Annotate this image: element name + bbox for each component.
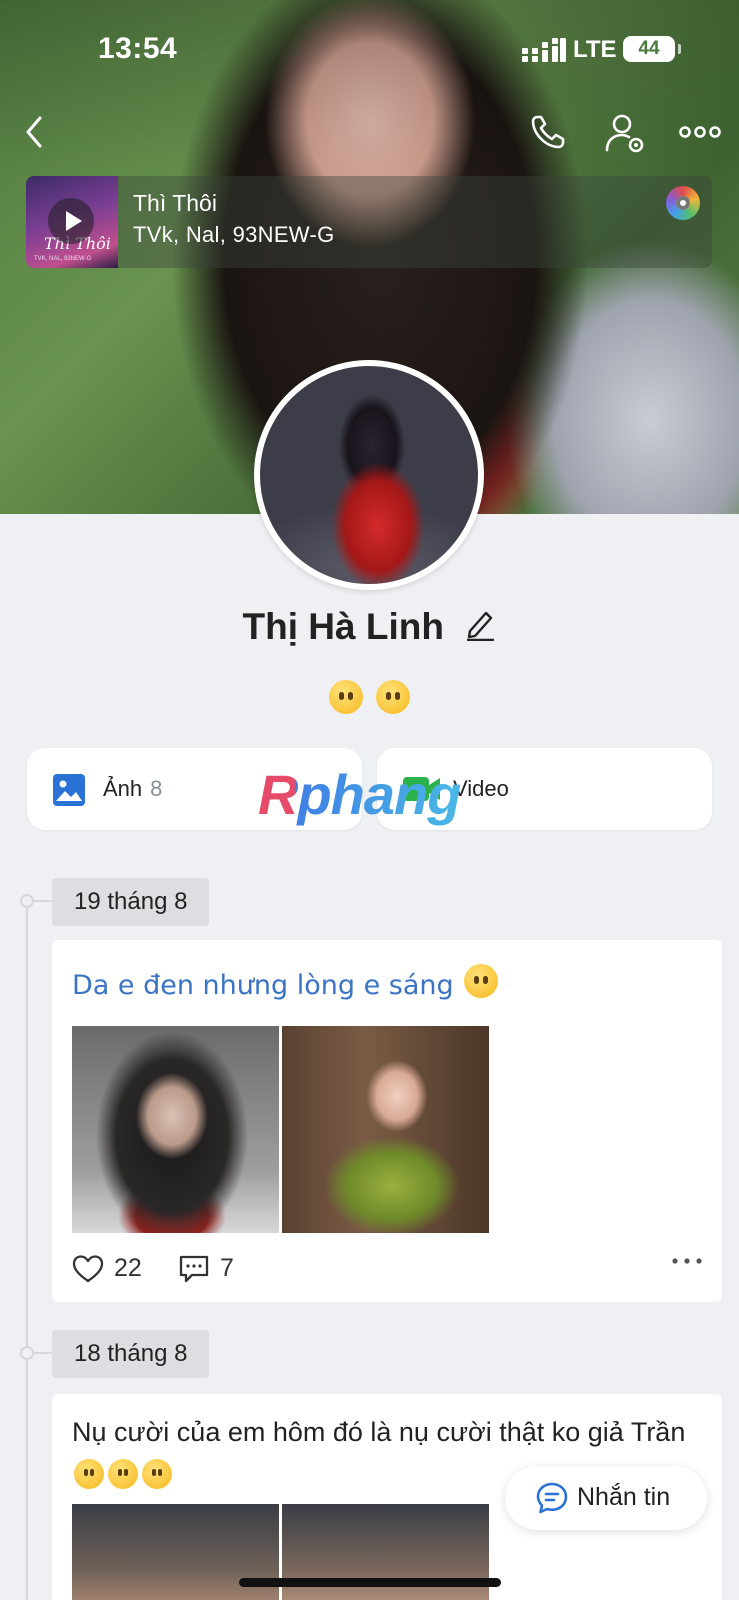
comment-count: 7	[220, 1254, 234, 1282]
phone-icon	[531, 115, 565, 149]
battery-indicator: 44	[623, 36, 681, 62]
post-date: 18 tháng 8	[52, 1330, 210, 1378]
post-actions: 22 7	[72, 1246, 702, 1292]
signal-icon	[522, 38, 566, 62]
emoji-icon	[375, 679, 410, 714]
profile-bio	[0, 676, 739, 714]
music-cover-subtitle: TVK, NAL, 93NEW-G	[34, 256, 92, 262]
post-more-icon[interactable]	[672, 1256, 702, 1266]
message-button[interactable]: Nhắn tin	[505, 1466, 707, 1530]
post-photo[interactable]	[72, 1026, 279, 1233]
post-text: Da e đen nhưng lòng e sáng	[72, 964, 500, 1001]
call-button[interactable]	[528, 112, 576, 168]
timeline-dot	[20, 1346, 34, 1360]
timeline-line	[26, 900, 28, 1600]
emoji-icon	[329, 679, 364, 714]
timeline-dot	[20, 894, 34, 908]
edit-icon[interactable]	[464, 607, 496, 641]
comment-icon[interactable]	[178, 1254, 210, 1284]
user-settings-icon	[605, 114, 644, 153]
post-date: 19 tháng 8	[52, 878, 210, 926]
network-type: LTE	[573, 36, 617, 63]
profile-name-row: Thị Hà Linh	[0, 606, 739, 648]
home-indicator	[239, 1578, 501, 1587]
music-title: Thì Thôi	[133, 190, 217, 216]
message-button-label: Nhắn tin	[577, 1483, 671, 1511]
more-options-button[interactable]	[678, 112, 726, 168]
heart-icon[interactable]	[72, 1254, 104, 1284]
photos-label: Ảnh	[103, 776, 143, 801]
profile-name: Thị Hà Linh	[242, 606, 444, 647]
music-artist: TVk, Nal, 93NEW-G	[133, 222, 335, 247]
status-bar: 13:54 LTE 44	[0, 28, 739, 72]
more-icon	[679, 126, 721, 138]
post-card[interactable]: Da e đen nhưng lòng e sáng 22 7	[52, 940, 722, 1302]
music-cover-art: Thì Thôi TVK, NAL, 93NEW-G	[26, 176, 118, 268]
photo-icon	[53, 774, 85, 806]
back-icon	[26, 116, 42, 148]
photos-count: 8	[150, 776, 163, 801]
timeline-connector	[34, 900, 52, 902]
smile-emoji-icon	[464, 964, 499, 998]
back-button[interactable]	[22, 112, 62, 168]
profile-settings-button[interactable]	[604, 112, 652, 168]
watermark: Rphang	[258, 763, 461, 826]
like-count: 22	[114, 1254, 142, 1282]
timeline-connector	[34, 1352, 52, 1354]
play-icon[interactable]	[48, 198, 94, 244]
status-time: 13:54	[98, 32, 178, 65]
post-photo[interactable]	[282, 1026, 489, 1233]
profile-music-card[interactable]: Thì Thôi TVK, NAL, 93NEW-G Thì Thôi TVk,…	[26, 176, 712, 268]
kissing-emoji-icon	[142, 1458, 172, 1489]
pensive-emoji-icon	[74, 1458, 104, 1489]
chat-icon	[536, 1482, 568, 1514]
video-label: Video	[453, 776, 509, 801]
profile-avatar[interactable]	[254, 360, 484, 590]
emoji-icon	[108, 1458, 138, 1489]
music-disc-icon[interactable]	[666, 186, 700, 220]
